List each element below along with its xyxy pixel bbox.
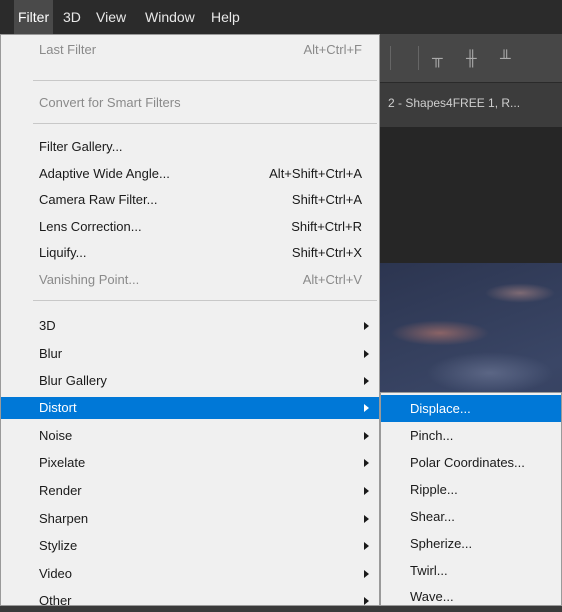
menu-item-stylize[interactable]: Stylize bbox=[1, 535, 379, 557]
menu-item-label: 3D bbox=[39, 318, 56, 333]
menu-item-convert-smart-filters[interactable]: Convert for Smart Filters bbox=[1, 92, 379, 114]
menu-item-shortcut: Alt+Ctrl+F bbox=[303, 42, 362, 57]
menu-item-label: Camera Raw Filter... bbox=[39, 192, 158, 207]
submenu-item-spherize[interactable]: Spherize... bbox=[381, 530, 561, 557]
menu-divider bbox=[33, 80, 377, 81]
submenu-item-label: Polar Coordinates... bbox=[410, 455, 525, 470]
menu-item-label: Liquify... bbox=[39, 245, 87, 260]
options-divider bbox=[390, 46, 391, 70]
submenu-arrow-icon bbox=[364, 350, 369, 358]
menu-item-label: Lens Correction... bbox=[39, 219, 142, 234]
menu-filter[interactable]: Filter bbox=[14, 0, 54, 34]
menu-item-label: Adaptive Wide Angle... bbox=[39, 166, 170, 181]
menu-item-shortcut: Shift+Ctrl+R bbox=[291, 219, 362, 234]
submenu-arrow-icon bbox=[364, 542, 369, 550]
menu-divider bbox=[33, 123, 377, 124]
menu-item-label: Filter Gallery... bbox=[39, 139, 123, 154]
submenu-item-label: Twirl... bbox=[410, 563, 448, 578]
menu-item-blur[interactable]: Blur bbox=[1, 343, 379, 365]
menu-item-lens-correction[interactable]: Lens Correction... Shift+Ctrl+R bbox=[1, 216, 379, 238]
document-tab-title: 2 - Shapes4FREE 1, R... bbox=[388, 96, 521, 110]
submenu-item-label: Pinch... bbox=[410, 428, 454, 443]
submenu-arrow-icon bbox=[364, 322, 369, 330]
menu-item-shortcut: Alt+Ctrl+V bbox=[302, 272, 362, 287]
submenu-arrow-icon bbox=[364, 487, 369, 495]
menu-item-label: Blur bbox=[39, 346, 63, 361]
menu-item-label: Blur Gallery bbox=[39, 373, 107, 388]
submenu-item-twirl[interactable]: Twirl... bbox=[381, 557, 561, 584]
submenu-item-ripple[interactable]: Ripple... bbox=[381, 476, 561, 503]
submenu-arrow-icon bbox=[364, 377, 369, 385]
menu-item-label: Other bbox=[39, 593, 72, 608]
menu-item-3d[interactable]: 3D bbox=[1, 315, 379, 337]
submenu-arrow-icon bbox=[364, 404, 369, 412]
submenu-arrow-icon bbox=[364, 459, 369, 467]
menu-item-label: Noise bbox=[39, 428, 73, 443]
submenu-item-pinch[interactable]: Pinch... bbox=[381, 422, 561, 449]
submenu-arrow-icon bbox=[364, 570, 369, 578]
submenu-item-label: Ripple... bbox=[410, 482, 458, 497]
menu-item-other[interactable]: Other bbox=[1, 590, 379, 612]
menu-item-label: Distort bbox=[39, 400, 77, 415]
submenu-arrow-icon bbox=[364, 597, 369, 605]
menu-item-sharpen[interactable]: Sharpen bbox=[1, 508, 379, 530]
menu-window[interactable]: Window bbox=[141, 0, 199, 34]
distort-submenu: Displace... Pinch... Polar Coordinates..… bbox=[380, 392, 562, 606]
menu-item-filter-gallery[interactable]: Filter Gallery... bbox=[1, 136, 379, 158]
menu-bar: Filter 3D View Window Help bbox=[0, 0, 562, 35]
submenu-item-polar-coordinates[interactable]: Polar Coordinates... bbox=[381, 449, 561, 476]
menu-item-label: Sharpen bbox=[39, 511, 89, 526]
options-bar: ╥ ╫ ╨ bbox=[380, 34, 562, 83]
menu-item-label: Convert for Smart Filters bbox=[39, 95, 181, 110]
menu-item-label: Last Filter bbox=[39, 42, 97, 57]
menu-item-blur-gallery[interactable]: Blur Gallery bbox=[1, 370, 379, 392]
submenu-arrow-icon bbox=[364, 432, 369, 440]
menu-item-shortcut: Alt+Shift+Ctrl+A bbox=[269, 166, 362, 181]
options-divider bbox=[418, 46, 419, 70]
menu-item-distort[interactable]: Distort bbox=[1, 397, 379, 419]
align-bottom-icon[interactable]: ╨ bbox=[500, 50, 511, 67]
menu-item-video[interactable]: Video bbox=[1, 563, 379, 585]
menu-divider bbox=[33, 300, 377, 301]
menu-3d[interactable]: 3D bbox=[59, 0, 85, 34]
menu-item-shortcut: Shift+Ctrl+X bbox=[291, 245, 362, 260]
menu-item-render[interactable]: Render bbox=[1, 480, 379, 502]
menu-item-label: Vanishing Point... bbox=[39, 272, 140, 287]
menu-help[interactable]: Help bbox=[207, 0, 244, 34]
submenu-item-label: Spherize... bbox=[410, 536, 473, 551]
menu-item-label: Render bbox=[39, 483, 82, 498]
menu-item-label: Stylize bbox=[39, 538, 78, 553]
submenu-arrow-icon bbox=[364, 515, 369, 523]
filter-menu: Last Filter Alt+Ctrl+F Convert for Smart… bbox=[0, 34, 380, 608]
menu-item-shortcut: Shift+Ctrl+A bbox=[291, 192, 362, 207]
menu-item-last-filter[interactable]: Last Filter Alt+Ctrl+F bbox=[1, 39, 379, 61]
submenu-item-displace[interactable]: Displace... bbox=[381, 395, 561, 422]
menu-item-camera-raw-filter[interactable]: Camera Raw Filter... Shift+Ctrl+A bbox=[1, 189, 379, 211]
menu-item-label: Pixelate bbox=[39, 455, 86, 470]
document-tab[interactable]: 2 - Shapes4FREE 1, R... bbox=[380, 83, 562, 128]
submenu-item-shear[interactable]: Shear... bbox=[381, 503, 561, 530]
menu-item-noise[interactable]: Noise bbox=[1, 425, 379, 447]
menu-item-label: Video bbox=[39, 566, 73, 581]
menu-item-pixelate[interactable]: Pixelate bbox=[1, 452, 379, 474]
submenu-item-label: Displace... bbox=[410, 401, 471, 416]
menu-item-liquify[interactable]: Liquify... Shift+Ctrl+X bbox=[1, 242, 379, 264]
menu-view[interactable]: View bbox=[92, 0, 130, 34]
align-top-icon[interactable]: ╥ bbox=[432, 50, 443, 67]
menu-item-vanishing-point[interactable]: Vanishing Point... Alt+Ctrl+V bbox=[1, 269, 379, 291]
submenu-item-label: Shear... bbox=[410, 509, 455, 524]
align-vertical-center-icon[interactable]: ╫ bbox=[466, 50, 477, 67]
menu-item-adaptive-wide-angle[interactable]: Adaptive Wide Angle... Alt+Shift+Ctrl+A bbox=[1, 163, 379, 185]
